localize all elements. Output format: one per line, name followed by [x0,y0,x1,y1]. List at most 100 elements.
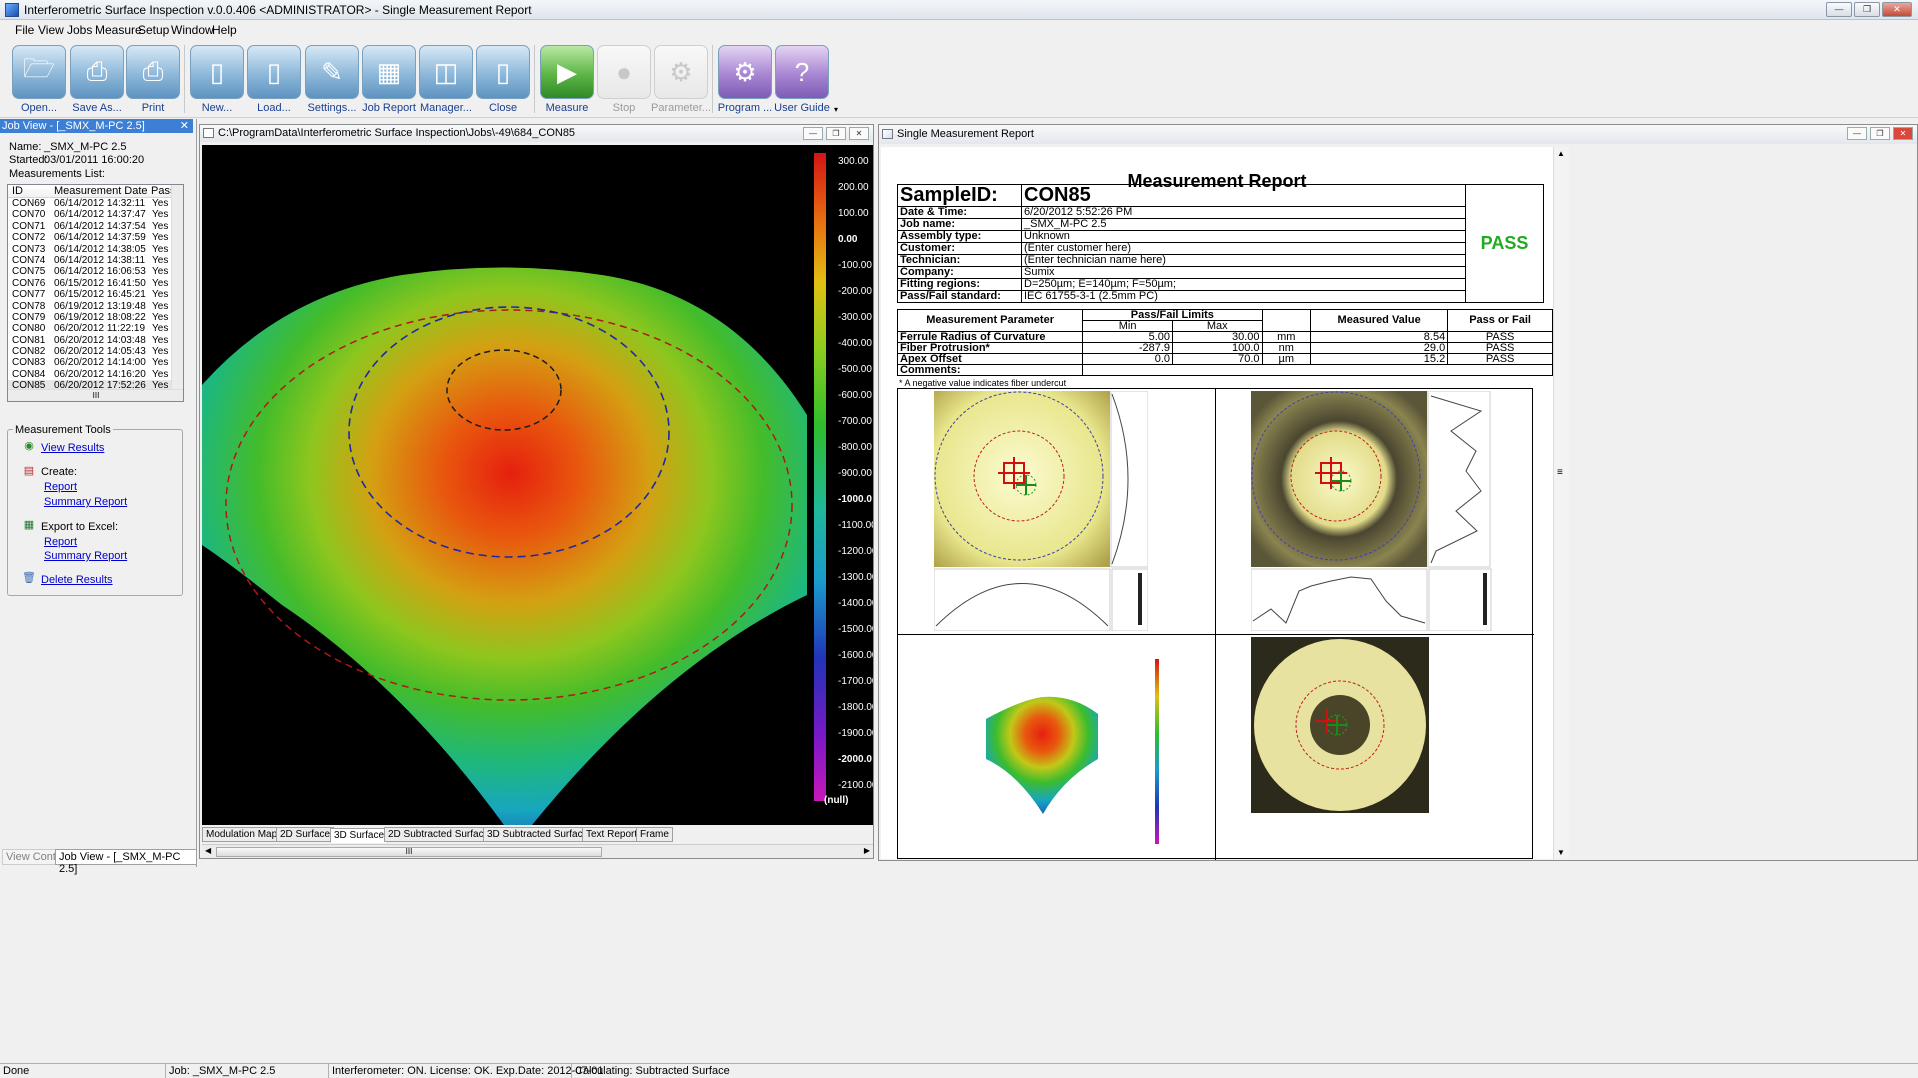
child-close-button[interactable]: ✕ [849,127,869,140]
child-minimize-button[interactable]: — [803,127,823,140]
tab-2d-surface[interactable]: 2D Surface [276,827,335,842]
report-icon [882,129,893,139]
tab-frame[interactable]: Frame [636,827,673,842]
table-row[interactable]: CON70 06/14/2012 14:37:47 Yes [8,209,183,220]
job-report-button[interactable]: ▦ Job Report [358,45,420,115]
table-row[interactable]: CON77 06/15/2012 16:45:21 Yes [8,289,183,300]
table-row[interactable]: CON80 06/20/2012 11:22:19 Yes [8,323,183,334]
table-vertical-scrollbar[interactable] [171,185,183,389]
child-restore-button[interactable]: ❐ [826,127,846,140]
report-restore-button[interactable]: ❐ [1870,127,1890,140]
row-pass: Yes [152,209,169,221]
tab-3d-subtracted-surface[interactable]: 3D Subtracted Surface [483,827,593,842]
measure-button[interactable]: ▶ Measure [536,45,598,115]
menu-setup[interactable]: Setup [138,23,169,37]
view-results-link[interactable]: View Results [41,442,104,454]
row-pass: Yes [152,300,169,312]
panel-close-icon[interactable]: ✕ [180,119,189,133]
scroll-left-icon[interactable]: ◀ [205,846,211,855]
scroll-up-icon[interactable]: ▲ [1557,149,1565,158]
column-date[interactable]: Measurement Date [54,185,148,197]
tab-3d-surface[interactable]: 3D Surface [330,828,389,843]
colorbar-tick-label: -2000.0 [838,754,872,765]
scroll-down-icon[interactable]: ▼ [1557,848,1565,857]
menu-help[interactable]: Help [212,23,237,37]
parameter-button[interactable]: ⚙ Parameter... [650,45,712,115]
minimize-button[interactable]: — [1826,2,1852,17]
table-header: ID Measurement Date Pass [8,185,183,198]
app-icon [5,3,19,17]
tab-text-report[interactable]: Text Report [582,827,642,842]
row-pass: Yes [152,334,169,346]
close-job-button[interactable]: ▯ Close [472,45,534,115]
row-date: 06/20/2012 14:14:00 [54,357,146,369]
scroll-thumb[interactable]: III [216,847,602,857]
param-result: PASS [1447,331,1553,343]
print-button[interactable]: ⎙ Print [122,45,184,115]
row-id: CON75 [12,266,46,278]
row-pass: Yes [152,277,169,289]
modulation-map-thumbnail [1251,391,1493,631]
table-row[interactable]: CON75 06/14/2012 16:06:53 Yes [8,266,183,277]
report-images-grid [897,388,1534,860]
stop-button[interactable]: ● Stop [593,45,655,115]
tab-2d-subtracted-surface[interactable]: 2D Subtracted Surface [384,827,494,842]
table-row[interactable]: CON74 06/14/2012 14:38:11 Yes [8,255,183,266]
table-row[interactable]: CON78 06/19/2012 13:19:48 Yes [8,301,183,312]
table-row[interactable]: CON72 06/14/2012 14:37:59 Yes [8,232,183,243]
settings-button[interactable]: ✎ Settings... [301,45,363,115]
table-row[interactable]: CON69 06/14/2012 14:32:11 Yes [8,198,183,209]
create-summary-report-link[interactable]: Summary Report [44,496,127,508]
menu-window[interactable]: Window [171,23,214,37]
job-started-label: Started: [9,154,48,166]
job-view-panel: Job View - [_SMX_M-PC 2.5] ✕ Name: _SMX_M… [0,119,197,875]
job-started-value: 03/01/2011 16:00:20 [44,154,145,166]
report-close-button[interactable]: ✕ [1893,127,1913,140]
colorbar-tick-label: -300.00 [838,312,872,323]
new-job-button[interactable]: ▯ New... [186,45,248,115]
restore-button[interactable]: ❐ [1854,2,1880,17]
tab-modulation-map[interactable]: Modulation Map [202,827,282,842]
report-vertical-scrollbar[interactable]: ▲ ≡ ▼ [1553,147,1569,859]
table-row[interactable]: CON82 06/20/2012 14:05:43 Yes [8,346,183,357]
menu-file[interactable]: File [15,23,34,37]
table-row[interactable]: CON81 06/20/2012 14:03:48 Yes [8,335,183,346]
table-row[interactable]: CON71 06/14/2012 14:37:54 Yes [8,221,183,232]
open-button[interactable]: 🗁 Open... [8,45,70,115]
title-bar: Interferometric Surface Inspection v.0.0… [0,0,1918,20]
create-report-link[interactable]: Report [44,481,77,493]
toolbar-overflow-icon[interactable]: ▾ [834,105,838,114]
report-minimize-button[interactable]: — [1847,127,1867,140]
scroll-right-icon[interactable]: ▶ [864,846,870,855]
menu-view[interactable]: View [38,23,64,37]
row-id: CON81 [12,334,46,346]
param-min: -287.9 [1082,342,1174,354]
new-job-book-icon: ▯ [190,45,244,99]
surface-view-tabs: Modulation Map 2D Surface 3D Surface 2D … [202,827,873,843]
3d-surface-plot[interactable]: 300.00 200.00 100.00 0.00 -100.00 -200.00 -300… [202,145,873,825]
export-report-link[interactable]: Report [44,536,77,548]
manager-button[interactable]: ◫ Manager... [415,45,477,115]
export-summary-report-link[interactable]: Summary Report [44,550,127,562]
menu-measure[interactable]: Measure [95,23,142,37]
open-folder-icon: 🗁 [12,45,66,99]
table-row[interactable]: CON79 06/19/2012 18:08:22 Yes [8,312,183,323]
load-job-button[interactable]: ▯ Load... [243,45,305,115]
table-row[interactable]: CON83 06/20/2012 14:14:00 Yes [8,357,183,368]
program-button[interactable]: ⚙ Program ... [714,45,776,115]
user-guide-button[interactable]: ? User Guide [771,45,833,115]
table-row[interactable]: CON84 06/20/2012 14:16:20 Yes [8,369,183,380]
table-row[interactable]: CON76 06/15/2012 16:41:50 Yes [8,278,183,289]
table-row[interactable]: CON73 06/14/2012 14:38:05 Yes [8,244,183,255]
column-id[interactable]: ID [12,185,23,197]
table-horizontal-scrollbar[interactable]: III [8,389,183,401]
tab-job-view[interactable]: Job View - [_SMX_M-PC 2.5] [55,849,197,875]
save-as-button[interactable]: ⎙ Save As... [66,45,128,115]
close-job-icon: ▯ [476,45,530,99]
surface-horizontal-scrollbar[interactable]: ◀ III ▶ [202,844,873,858]
menu-jobs[interactable]: Jobs [67,23,92,37]
delete-results-link[interactable]: Delete Results [41,574,113,586]
scroll-grip-icon[interactable]: ≡ [1557,467,1563,478]
close-button[interactable]: ✕ [1882,2,1912,17]
row-pass: Yes [152,232,169,244]
